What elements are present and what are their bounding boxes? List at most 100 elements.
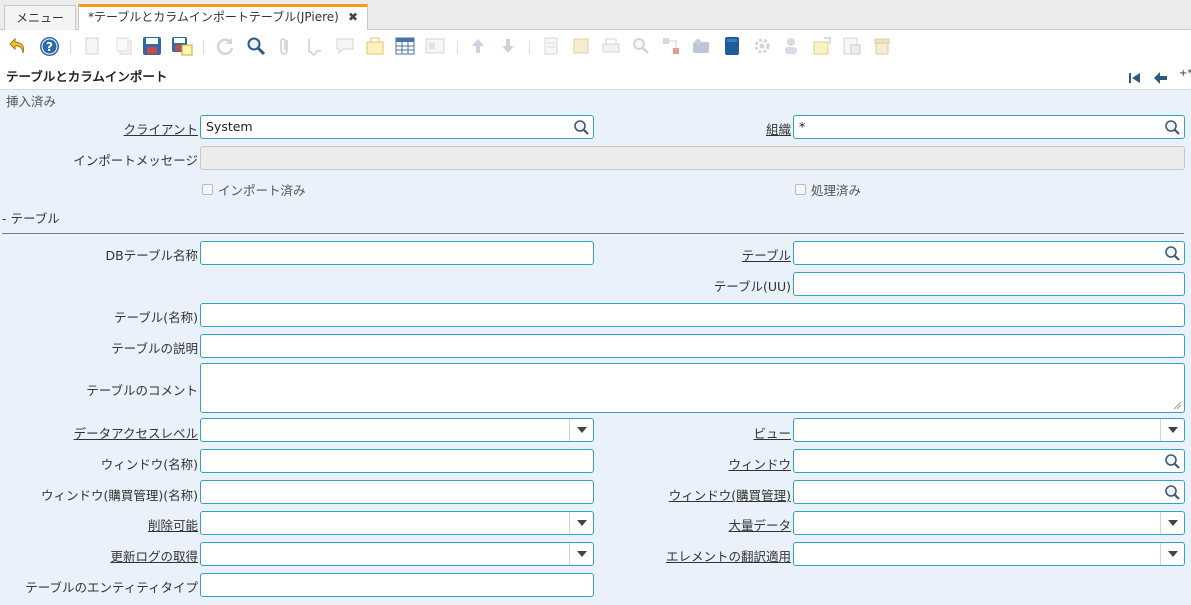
chevron-down-icon[interactable] [569, 543, 593, 565]
window-field[interactable] [793, 449, 1185, 473]
client-label[interactable]: クライアント [123, 119, 198, 138]
search-icon[interactable] [1164, 245, 1181, 262]
customize-button[interactable] [781, 35, 803, 57]
report-button[interactable] [540, 35, 562, 57]
change-log-label[interactable]: 更新ログの取得 [110, 546, 198, 565]
previous-record-button[interactable] [467, 35, 489, 57]
view-select[interactable] [793, 418, 1185, 442]
workflow-button[interactable] [660, 35, 682, 57]
process-button[interactable] [751, 35, 773, 57]
chat-bubble-button[interactable] [334, 35, 356, 57]
po-window-label[interactable]: ウィンドウ(購買管理) [669, 485, 791, 504]
imported-checkbox-box[interactable] [202, 184, 213, 195]
undo-icon [9, 37, 25, 54]
back-button[interactable] [1153, 71, 1168, 85]
delete-button[interactable] [871, 35, 893, 57]
workflow-icon [663, 38, 679, 54]
deleteable-label[interactable]: 削除可能 [148, 515, 198, 534]
window-label[interactable]: ウィンドウ [728, 454, 791, 473]
search-icon[interactable] [1164, 453, 1181, 470]
data-access-level-label[interactable]: データアクセスレベル [74, 423, 198, 442]
request-button[interactable] [690, 35, 712, 57]
table-comment-textarea[interactable] [200, 363, 1185, 413]
table-name-field[interactable] [200, 303, 1185, 327]
new-record-button[interactable] [81, 35, 103, 57]
org-label[interactable]: 組織 [766, 119, 791, 138]
save-icon [143, 37, 161, 55]
table-uu-field[interactable] [793, 272, 1185, 296]
tab-import-table-label: *テーブルとカラムインポートテーブル(JPiere) [88, 10, 339, 24]
chevron-down-icon[interactable] [569, 512, 593, 534]
more-indicator[interactable]: +* [1179, 68, 1191, 79]
chevron-down-icon[interactable] [1160, 419, 1184, 441]
processed-label: 処理済み [811, 183, 862, 198]
tab-menu-label: メニュー [15, 11, 64, 25]
window-title: テーブルとカラムインポート [6, 69, 168, 84]
close-icon[interactable]: ✖ [348, 7, 358, 28]
tab-import-table[interactable]: *テーブルとカラムインポートテーブル(JPiere) ✖ [78, 4, 368, 30]
window-name-field[interactable] [200, 449, 594, 473]
save-new-button[interactable] [171, 35, 193, 57]
help-button[interactable]: ? [38, 35, 60, 57]
undo-button[interactable] [7, 35, 29, 57]
imported-checkbox[interactable]: インポート済み [202, 180, 306, 199]
translation-label[interactable]: エレメントの翻訳適用 [666, 546, 791, 565]
entity-type-label: テーブルのエンティティタイプ [25, 580, 198, 595]
print-icon [602, 38, 620, 53]
table-label[interactable]: テーブル [742, 245, 791, 264]
export-button[interactable] [811, 35, 833, 57]
refresh-button[interactable] [214, 35, 236, 57]
find-button[interactable] [245, 35, 267, 57]
view-label[interactable]: ビュー [753, 423, 791, 442]
section-table[interactable]: - テーブル [2, 208, 60, 227]
org-field[interactable]: * [793, 115, 1185, 139]
product-info-button[interactable] [721, 35, 743, 57]
table-field[interactable] [793, 241, 1185, 265]
save-button[interactable] [141, 35, 163, 57]
change-log-select[interactable] [200, 542, 594, 566]
import-message-label: インポートメッセージ [73, 153, 198, 168]
import-button[interactable] [841, 35, 863, 57]
po-window-field[interactable] [793, 480, 1185, 504]
processed-checkbox[interactable]: 処理済み [795, 180, 861, 199]
db-table-name-field[interactable] [200, 241, 594, 265]
copy-record-button[interactable] [113, 35, 135, 57]
po-window-name-field[interactable] [200, 480, 594, 504]
search-icon [247, 37, 266, 56]
user-settings-icon [785, 38, 797, 54]
data-access-level-select[interactable] [200, 418, 594, 442]
zoom-across-button[interactable] [630, 35, 652, 57]
parent-record-button[interactable] [424, 35, 446, 57]
search-icon[interactable] [573, 119, 590, 136]
zoom-icon [633, 38, 649, 54]
import-message-field [200, 146, 1185, 170]
arrow-up-icon [472, 39, 484, 53]
history-button[interactable] [364, 35, 386, 57]
high-volume-label[interactable]: 大量データ [728, 515, 791, 534]
resize-handle-icon[interactable] [1173, 401, 1182, 410]
deleteable-select[interactable] [200, 511, 594, 535]
request-icon [693, 39, 709, 53]
processed-checkbox-box[interactable] [795, 184, 806, 195]
archive-button[interactable] [570, 35, 592, 57]
entity-type-field[interactable] [200, 573, 594, 597]
table-description-field[interactable] [200, 334, 1185, 358]
translation-select[interactable] [793, 542, 1185, 566]
search-icon[interactable] [1164, 119, 1181, 136]
client-field[interactable]: System [200, 115, 594, 139]
window-name-label: ウィンドウ(名称) [100, 457, 198, 472]
chat-button[interactable] [304, 35, 326, 57]
history-icon [366, 37, 384, 55]
chevron-down-icon[interactable] [1160, 512, 1184, 534]
next-record-button[interactable] [497, 35, 519, 57]
attachment-button[interactable] [274, 35, 296, 57]
chevron-down-icon[interactable] [569, 419, 593, 441]
search-icon[interactable] [1164, 484, 1181, 501]
grid-toggle-button[interactable] [394, 35, 416, 57]
print-button[interactable] [600, 35, 622, 57]
copy-icon [116, 37, 132, 55]
first-record-button[interactable] [1128, 71, 1142, 85]
high-volume-select[interactable] [793, 511, 1185, 535]
tab-menu[interactable]: メニュー [4, 5, 76, 30]
chevron-down-icon[interactable] [1160, 543, 1184, 565]
